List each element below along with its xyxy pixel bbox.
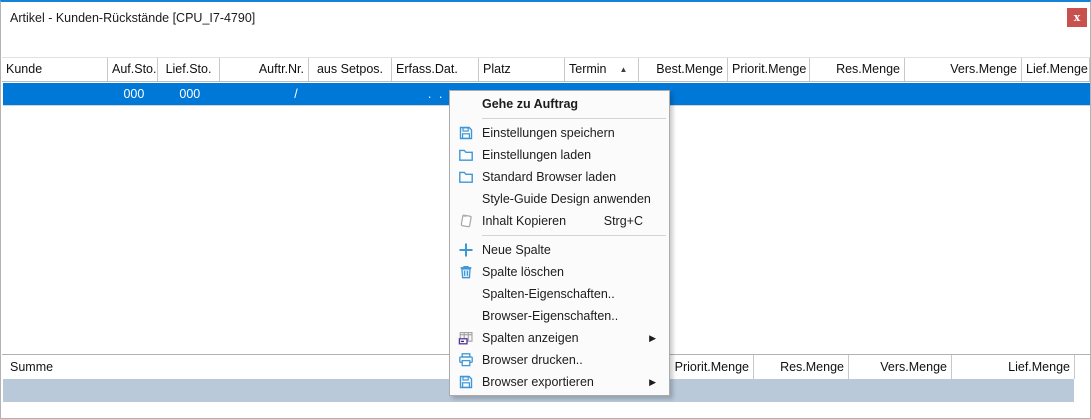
menu-item-label: Standard Browser laden	[482, 170, 616, 184]
column-header-vers-menge[interactable]: Vers.Menge	[905, 58, 1022, 81]
menu-separator	[482, 235, 666, 236]
column-header-label: Termin	[569, 62, 607, 76]
column-header-termin[interactable]: Termin ▲	[565, 58, 639, 81]
column-header-label: Lief.Menge	[1026, 62, 1088, 76]
menu-item-einstellungen-laden[interactable]: Einstellungen laden	[450, 144, 669, 166]
menu-item-label: Neue Spalte	[482, 243, 551, 257]
menu-item-spalten-anzeigen[interactable]: Spalten anzeigen ▶	[450, 327, 669, 349]
column-header-label: Kunde	[6, 62, 42, 76]
table-header-row: Kunde Auf.Sto. Lief.Sto. Auftr.Nr. aus Setpo…	[2, 57, 1090, 82]
menu-item-label: Spalten anzeigen	[482, 331, 579, 345]
copy-icon	[455, 213, 477, 229]
printer-icon	[455, 352, 477, 368]
column-header-auftr-nr[interactable]: Auftr.Nr.	[220, 58, 309, 81]
row-cell-lief-sto: 000	[159, 83, 221, 105]
column-header-erfass-dat[interactable]: Erfass.Dat.	[392, 58, 479, 81]
folder-icon	[455, 147, 477, 163]
menu-item-label: Einstellungen laden	[482, 148, 591, 162]
menu-item-standard-browser-laden[interactable]: Standard Browser laden	[450, 166, 669, 188]
summary-column-header-lief-menge: Lief.Menge	[952, 355, 1075, 379]
column-header-label: Priorit.Menge	[732, 62, 806, 76]
column-header-aus-setpos[interactable]: aus Setpos.	[309, 58, 392, 81]
row-cell-auf-sto: 000	[109, 83, 159, 105]
row-cell-priorit-menge	[728, 83, 810, 105]
menu-item-label: Spalten-Eigenschaften..	[482, 287, 615, 301]
menu-item-label: Browser-Eigenschaften..	[482, 309, 618, 323]
menu-item-label: Inhalt Kopieren	[482, 214, 566, 228]
close-icon: x	[1074, 12, 1081, 23]
menu-item-label: Einstellungen speichern	[482, 126, 615, 140]
menu-icon-placeholder	[455, 308, 477, 324]
menu-item-gehe-zu-auftrag[interactable]: Gehe zu Auftrag	[450, 93, 669, 115]
trash-icon	[455, 264, 477, 280]
summary-column-header-res-menge: Res.Menge	[754, 355, 849, 379]
menu-item-inhalt-kopieren[interactable]: Inhalt Kopieren Strg+C	[450, 210, 669, 232]
column-header-label: Vers.Menge	[950, 62, 1017, 76]
menu-separator	[482, 118, 666, 119]
row-cell-res-menge	[810, 83, 905, 105]
column-header-best-menge[interactable]: Best.Menge	[639, 58, 728, 81]
submenu-arrow-icon: ▶	[649, 334, 659, 343]
menu-item-label: Gehe zu Auftrag	[482, 97, 578, 111]
plus-icon	[455, 242, 477, 258]
menu-item-spalten-eigenschaften[interactable]: Spalten-Eigenschaften..	[450, 283, 669, 305]
browser-window: Artikel - Kunden-Rückstände [CPU_I7-4790…	[0, 0, 1091, 419]
menu-item-style-guide-design-anwenden[interactable]: Style-Guide Design anwenden	[450, 188, 669, 210]
column-header-res-menge[interactable]: Res.Menge	[810, 58, 905, 81]
window-title: Artikel - Kunden-Rückstände [CPU_I7-4790…	[10, 11, 255, 25]
column-header-platz[interactable]: Platz	[479, 58, 565, 81]
menu-item-label: Browser drucken..	[482, 353, 583, 367]
summary-column-header-vers-menge: Vers.Menge	[849, 355, 952, 379]
column-header-label: Lief.Sto.	[166, 62, 212, 76]
column-header-label: Platz	[483, 62, 511, 76]
column-header-priorit-menge[interactable]: Priorit.Menge	[728, 58, 810, 81]
column-header-auf-sto[interactable]: Auf.Sto.	[108, 58, 158, 81]
menu-icon-placeholder	[455, 96, 477, 112]
context-menu: Gehe zu Auftrag Einstellungen speichern Ei…	[449, 90, 670, 396]
menu-item-browser-exportieren[interactable]: Browser exportieren ▶	[450, 371, 669, 393]
submenu-arrow-icon: ▶	[649, 378, 659, 387]
save-icon	[455, 125, 477, 141]
menu-shortcut: Strg+C	[604, 214, 659, 228]
menu-item-einstellungen-speichern[interactable]: Einstellungen speichern	[450, 122, 669, 144]
column-header-kunde[interactable]: Kunde	[2, 58, 108, 81]
column-header-label: Auftr.Nr.	[259, 62, 304, 76]
menu-item-label: Style-Guide Design anwenden	[482, 192, 651, 206]
column-header-lief-sto[interactable]: Lief.Sto.	[158, 58, 220, 81]
row-cell-auftr-nr: /	[221, 83, 310, 105]
summary-label: Summe	[10, 360, 53, 374]
menu-item-label: Spalte löschen	[482, 265, 564, 279]
column-header-label: aus Setpos.	[317, 62, 383, 76]
menu-item-neue-spalte[interactable]: Neue Spalte	[450, 239, 669, 261]
row-cell-kunde	[3, 83, 109, 105]
column-header-lief-menge[interactable]: Lief.Menge	[1022, 58, 1090, 81]
folder-icon	[455, 169, 477, 185]
menu-icon-placeholder	[455, 191, 477, 207]
menu-item-browser-eigenschaften[interactable]: Browser-Eigenschaften..	[450, 305, 669, 327]
menu-item-spalte-löschen[interactable]: Spalte löschen	[450, 261, 669, 283]
menu-item-browser-drucken[interactable]: Browser drucken..	[450, 349, 669, 371]
sort-ascending-icon: ▲	[620, 65, 628, 74]
save-icon	[455, 374, 477, 390]
menu-icon-placeholder	[455, 286, 477, 302]
row-cell-aus-setpos	[310, 83, 393, 105]
row-cell-lief-menge	[1022, 83, 1090, 105]
column-header-label: Best.Menge	[656, 62, 723, 76]
column-header-label: Auf.Sto.	[112, 62, 156, 76]
columns-icon	[455, 330, 477, 346]
column-header-label: Res.Menge	[836, 62, 900, 76]
row-cell-vers-menge	[905, 83, 1022, 105]
close-button[interactable]: x	[1067, 8, 1087, 27]
menu-item-label: Browser exportieren	[482, 375, 594, 389]
column-header-label: Erfass.Dat.	[396, 62, 458, 76]
